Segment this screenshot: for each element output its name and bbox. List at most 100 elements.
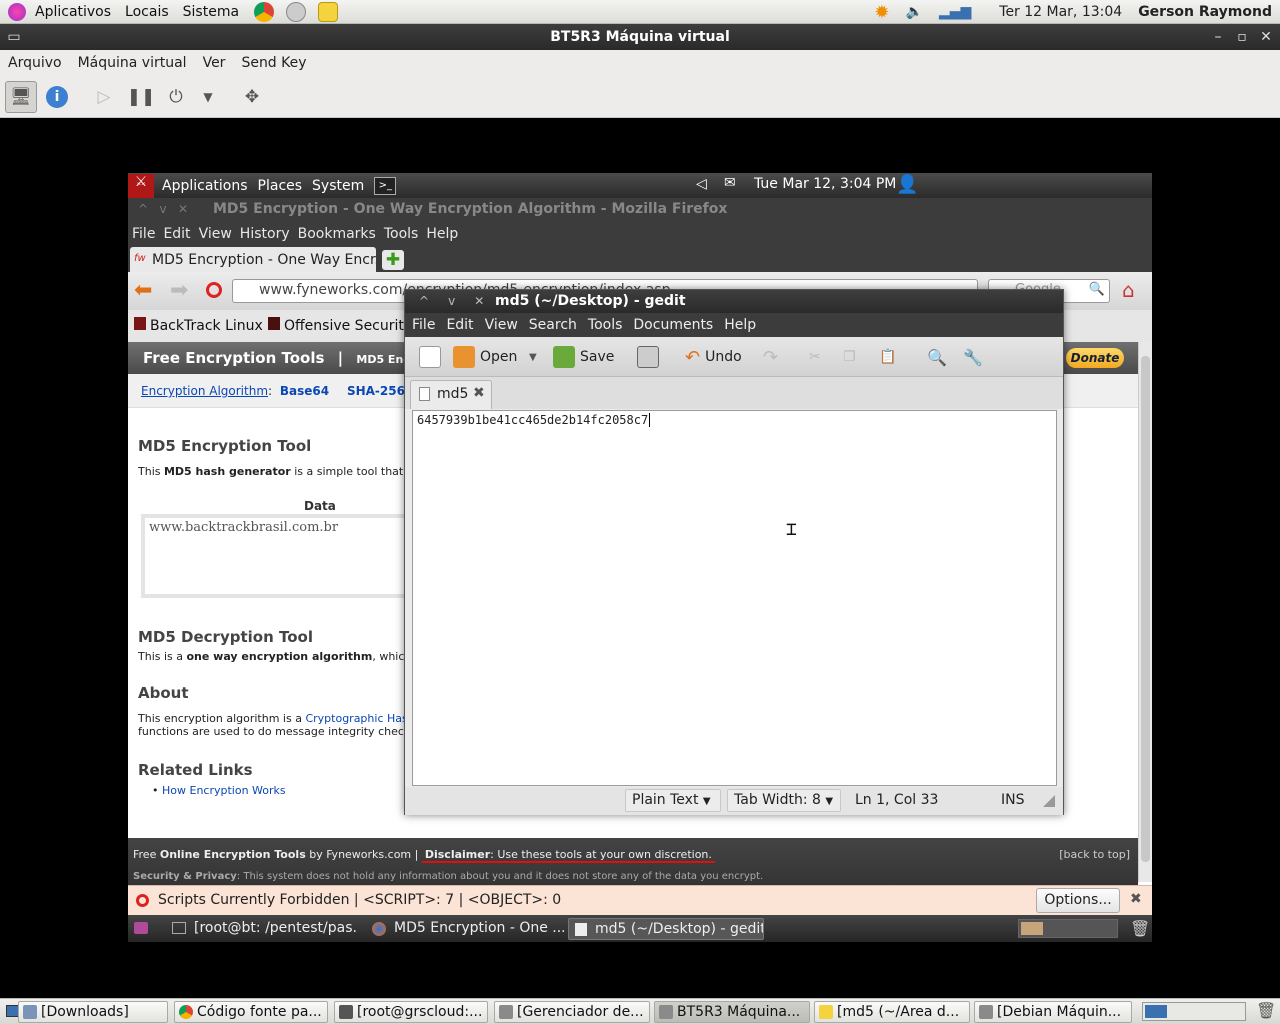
new-document-icon[interactable]: [419, 345, 446, 369]
tab-close-icon[interactable]: ✖: [473, 385, 485, 401]
vm-menu-maquina[interactable]: Máquina virtual: [70, 55, 195, 71]
gedit-menu-tools[interactable]: Tools: [588, 317, 623, 333]
backtrack-dragon-icon[interactable]: ⚔: [128, 173, 154, 198]
minimize-icon[interactable]: –: [1206, 24, 1230, 50]
vm-menu-arquivo[interactable]: Arquivo: [0, 55, 70, 71]
new-tab-button[interactable]: ✚: [382, 250, 404, 270]
find-icon[interactable]: 🔍: [927, 345, 947, 369]
host-menu-aplicativos[interactable]: Aplicativos: [28, 4, 118, 20]
redo-arrow-icon[interactable]: ↷: [763, 345, 778, 369]
data-textarea[interactable]: www.backtrackbrasil.com.br: [141, 514, 421, 598]
host-task-vm-manager[interactable]: [Gerenciador de...: [494, 1001, 650, 1023]
guest-menu-applications[interactable]: Applications: [162, 178, 248, 194]
nav-algorithm-label[interactable]: Encryption Algorithm: [141, 384, 268, 398]
ff-menu-view[interactable]: View: [199, 226, 232, 242]
terminal-launcher-icon[interactable]: >_: [374, 176, 397, 195]
guest-volume-icon[interactable]: ◁: [696, 176, 707, 192]
gedit-menu-edit[interactable]: Edit: [446, 317, 473, 333]
related-link[interactable]: How Encryption Works: [162, 784, 286, 797]
find-replace-icon[interactable]: 🔧: [963, 345, 983, 369]
guest-menu-places[interactable]: Places: [258, 178, 303, 194]
gedit-menu-view[interactable]: View: [485, 317, 518, 333]
language-selector[interactable]: Plain Text ▼: [625, 789, 721, 812]
save-button[interactable]: Save: [553, 345, 614, 369]
guest-task-gedit[interactable]: md5 (~/Desktop) - gedit: [568, 918, 764, 940]
guest-task-firefox[interactable]: MD5 Encryption - One ...: [368, 918, 564, 940]
page-scrollbar[interactable]: [1138, 342, 1152, 882]
notification-close-icon[interactable]: ✖: [1130, 891, 1142, 907]
ff-menu-help[interactable]: Help: [426, 226, 458, 242]
power-icon[interactable]: ⏻: [160, 81, 192, 113]
run-icon[interactable]: ▷: [88, 81, 120, 113]
gedit-menu-file[interactable]: File: [412, 317, 435, 333]
guest-task-terminal[interactable]: [root@bt: /pentest/pas...: [168, 918, 358, 940]
guest-menu-system[interactable]: System: [312, 178, 364, 194]
guest-screen[interactable]: ⚔ Applications Places System >_ ◁ ✉ Tue …: [128, 173, 1152, 942]
close-icon[interactable]: ✕: [1254, 24, 1278, 50]
host-task-downloads[interactable]: [Downloads]: [18, 1001, 168, 1023]
host-menu-locais[interactable]: Locais: [118, 4, 176, 20]
fullscreen-icon[interactable]: ✥: [236, 81, 268, 113]
bookmark-offsec[interactable]: Offensive Security: [268, 317, 412, 334]
nav-base64[interactable]: Base64: [280, 384, 329, 398]
network-tool-launcher-icon[interactable]: [286, 1, 307, 22]
host-clock[interactable]: Ter 12 Mar, 13:04: [999, 4, 1122, 20]
volume-icon[interactable]: 🔈: [906, 4, 923, 20]
host-task-terminal[interactable]: [root@grscloud:...: [334, 1001, 488, 1023]
mail-envelope-icon[interactable]: ✉: [724, 175, 736, 191]
bookmark-backtrack[interactable]: BackTrack Linux: [134, 317, 263, 334]
notes-launcher-icon[interactable]: [318, 1, 339, 22]
guest-clock[interactable]: Tue Mar 12, 3:04 PM: [754, 176, 896, 192]
user-avatar-icon[interactable]: 👤: [896, 174, 918, 195]
back-arrow-icon[interactable]: ⬅: [134, 278, 152, 303]
back-to-top-link[interactable]: [back to top]: [1059, 848, 1130, 861]
host-workspace-active[interactable]: [1145, 1005, 1167, 1018]
options-button[interactable]: Options...: [1036, 888, 1120, 913]
gedit-window-buttons-icon[interactable]: ^ v ✕: [419, 290, 484, 312]
donate-button[interactable]: Donate: [1066, 348, 1124, 368]
noscript-icon[interactable]: [206, 282, 222, 298]
undo-button[interactable]: ↶ Undo: [685, 345, 742, 369]
host-task-bt5r3[interactable]: BT5R3 Máquina...: [654, 1001, 810, 1023]
open-button[interactable]: Open: [453, 345, 517, 369]
ff-window-buttons-icon[interactable]: ^ v ✕: [138, 198, 188, 221]
host-trash-icon[interactable]: 🗑: [1256, 1001, 1276, 1020]
workspace-switcher[interactable]: [1018, 919, 1118, 938]
pause-icon[interactable]: ❚❚: [125, 81, 157, 113]
search-icon[interactable]: 🔍: [1089, 282, 1105, 297]
gedit-tab-md5[interactable]: md5 ✖: [410, 380, 492, 409]
forward-arrow-icon[interactable]: ➡: [170, 278, 188, 303]
vm-window-menu-icon[interactable]: ▭: [2, 24, 26, 50]
firefox-tab-md5[interactable]: fw MD5 Encryption - One Way Encr...: [130, 247, 376, 272]
nav-sha256[interactable]: SHA-256: [347, 384, 405, 398]
disclaimer[interactable]: Disclaimer: Use these tools at your own …: [421, 848, 715, 863]
host-menu-sistema[interactable]: Sistema: [176, 4, 246, 20]
home-icon[interactable]: ⌂: [1122, 278, 1135, 302]
print-icon[interactable]: [637, 345, 664, 369]
copy-icon[interactable]: ❐: [843, 345, 856, 369]
cut-scissors-icon[interactable]: ✂: [809, 345, 821, 369]
ff-menu-tools[interactable]: Tools: [384, 226, 419, 242]
gedit-menu-search[interactable]: Search: [529, 317, 577, 333]
resize-grip-icon[interactable]: [1043, 795, 1055, 807]
workspace-active[interactable]: [1021, 922, 1043, 935]
host-user-name[interactable]: Gerson Raymond: [1138, 4, 1272, 20]
network-signal-icon[interactable]: ▂▄▆: [939, 4, 971, 20]
gnome-foot-icon[interactable]: [8, 2, 26, 21]
gedit-text-area[interactable]: 6457939b1be41cc465de2b14fc2058c7 ⌶: [412, 410, 1057, 786]
ff-menu-bookmarks[interactable]: Bookmarks: [298, 226, 376, 242]
chrome-launcher-icon[interactable]: [254, 1, 275, 22]
ff-menu-history[interactable]: History: [240, 226, 290, 242]
console-view-icon[interactable]: 🖥: [5, 81, 37, 113]
gedit-menu-help[interactable]: Help: [724, 317, 756, 333]
host-task-chrome[interactable]: Código fonte pa...: [174, 1001, 328, 1023]
page-scrollbar-thumb[interactable]: [1141, 356, 1150, 862]
update-sun-icon[interactable]: ✹: [874, 2, 889, 23]
vm-menu-sendkey[interactable]: Send Key: [233, 55, 314, 71]
open-recent-dropdown-icon[interactable]: ▼: [529, 345, 537, 369]
power-dropdown-icon[interactable]: ▼: [192, 81, 224, 113]
ff-menu-file[interactable]: File: [132, 226, 155, 242]
trash-icon[interactable]: 🗑: [1130, 919, 1150, 938]
tab-width-selector[interactable]: Tab Width: 8 ▼: [727, 789, 841, 812]
vm-menu-ver[interactable]: Ver: [195, 55, 234, 71]
